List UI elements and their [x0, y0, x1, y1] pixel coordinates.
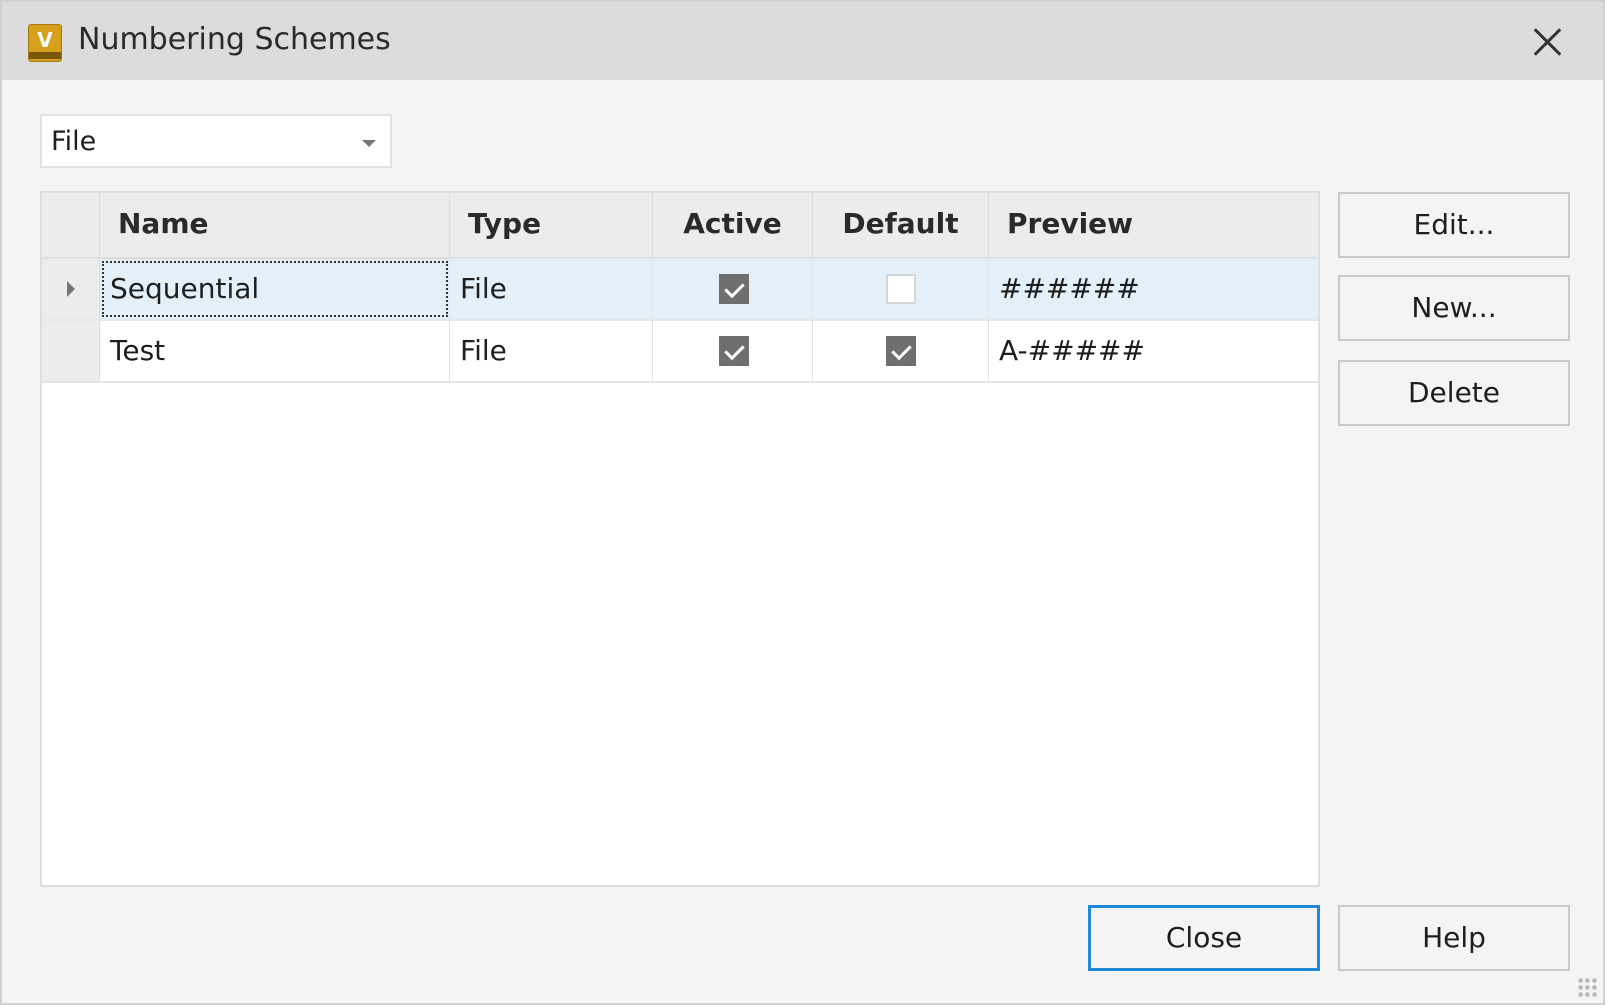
- cell-preview[interactable]: ######: [989, 259, 1320, 319]
- cell-default: [813, 321, 989, 381]
- row-indicator-header: [42, 193, 100, 257]
- cell-name[interactable]: Test: [100, 321, 450, 381]
- resize-grip-icon[interactable]: [1577, 977, 1597, 997]
- cell-name[interactable]: Sequential: [100, 259, 450, 319]
- column-header-active[interactable]: Active: [653, 193, 813, 257]
- cell-default: [813, 259, 989, 319]
- new-button[interactable]: New...: [1338, 275, 1570, 341]
- cell-active: [653, 259, 813, 319]
- delete-button[interactable]: Delete: [1338, 360, 1570, 426]
- column-header-type[interactable]: Type: [450, 193, 653, 257]
- edit-button[interactable]: Edit...: [1338, 192, 1570, 258]
- vault-app-icon: V: [28, 24, 62, 62]
- schemes-grid: Name Type Active Default Preview Sequent…: [40, 191, 1320, 887]
- close-icon[interactable]: [1526, 20, 1570, 64]
- help-button[interactable]: Help: [1338, 905, 1570, 971]
- window-title: Numbering Schemes: [78, 22, 391, 57]
- app-icon-letter: V: [37, 28, 53, 52]
- table-row[interactable]: Test File A-#####: [42, 321, 1318, 383]
- cell-preview[interactable]: A-#####: [989, 321, 1320, 381]
- numbering-schemes-dialog: V Numbering Schemes File Name Type Activ…: [0, 0, 1605, 1005]
- cell-type[interactable]: File: [450, 321, 653, 381]
- row-indicator[interactable]: [42, 259, 100, 319]
- dropdown-selected-value: File: [51, 126, 97, 157]
- table-row[interactable]: Sequential File ######: [42, 259, 1318, 321]
- cell-active: [653, 321, 813, 381]
- cell-type[interactable]: File: [450, 259, 653, 319]
- title-bar: V Numbering Schemes: [2, 2, 1603, 80]
- column-header-preview[interactable]: Preview: [989, 193, 1320, 257]
- default-checkbox[interactable]: [886, 274, 916, 304]
- current-row-arrow-icon: [67, 281, 75, 297]
- default-checkbox[interactable]: [886, 336, 916, 366]
- column-header-name[interactable]: Name: [100, 193, 450, 257]
- active-checkbox[interactable]: [719, 274, 749, 304]
- entity-type-dropdown[interactable]: File: [40, 114, 392, 168]
- active-checkbox[interactable]: [719, 336, 749, 366]
- close-button[interactable]: Close: [1088, 905, 1320, 971]
- row-indicator[interactable]: [42, 321, 100, 381]
- grid-header: Name Type Active Default Preview: [42, 193, 1318, 259]
- chevron-down-icon[interactable]: [362, 140, 376, 147]
- column-header-default[interactable]: Default: [813, 193, 989, 257]
